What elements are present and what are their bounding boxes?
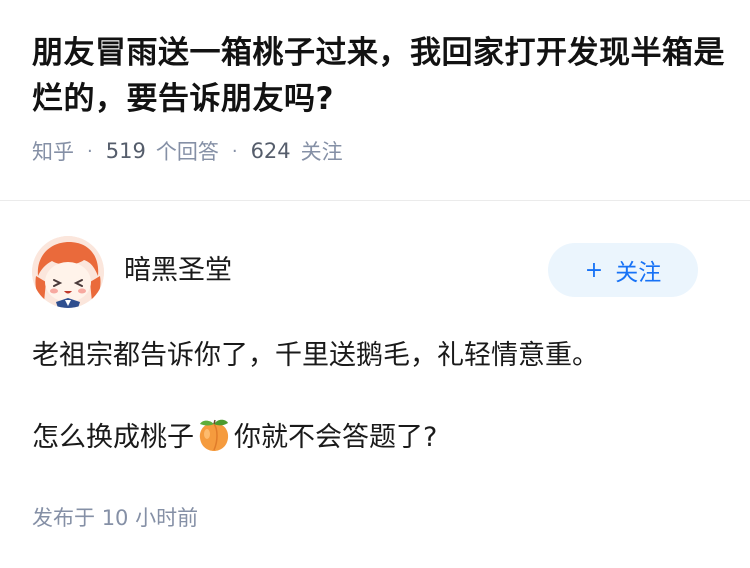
- question-meta: 知乎 · 519 个回答 · 624 关注: [32, 136, 732, 166]
- answers-label[interactable]: 个回答: [156, 136, 219, 166]
- followers-label: 关注: [300, 140, 343, 164]
- answer-text: 你就不会答题了?: [234, 422, 438, 453]
- plus-icon: +: [584, 257, 604, 283]
- anime-girl-avatar-icon: [32, 236, 104, 308]
- question-title[interactable]: 朋友冒雨送一箱桃子过来，我回家打开发现半箱是烂的，要告诉朋友吗?: [32, 30, 732, 122]
- peach-emoji-icon: [199, 419, 229, 451]
- follow-button-label: 关注: [615, 260, 662, 286]
- answer-text: 怎么换成桃子: [32, 422, 194, 453]
- followers-count: 624: [250, 139, 291, 163]
- answer-content: 老祖宗都告诉你了，千里送鹅毛，礼轻情意重。 怎么换成桃子 你就不会答题了?: [32, 334, 722, 460]
- author-row: 暗黑圣堂 + 关注: [32, 236, 698, 308]
- source-label[interactable]: 知乎: [32, 136, 74, 166]
- separator-dot: ·: [87, 140, 93, 162]
- answer-paragraph: 怎么换成桃子 你就不会答题了?: [32, 416, 722, 460]
- publish-time: 10 小时前: [101, 506, 199, 530]
- separator-dot: ·: [231, 140, 238, 162]
- publish-info[interactable]: 发布于 10 小时前: [32, 502, 198, 532]
- answers-count: 519: [105, 139, 146, 163]
- question-header: 朋友冒雨送一箱桃子过来，我回家打开发现半箱是烂的，要告诉朋友吗? 知乎 · 51…: [32, 30, 732, 166]
- author-name[interactable]: 暗黑圣堂: [124, 248, 232, 287]
- author-avatar[interactable]: [32, 236, 104, 308]
- answer-paragraph: 老祖宗都告诉你了，千里送鹅毛，礼轻情意重。: [32, 340, 599, 371]
- publish-prefix: 发布于: [32, 506, 95, 530]
- follow-button[interactable]: + 关注: [548, 243, 698, 297]
- divider: [0, 200, 750, 201]
